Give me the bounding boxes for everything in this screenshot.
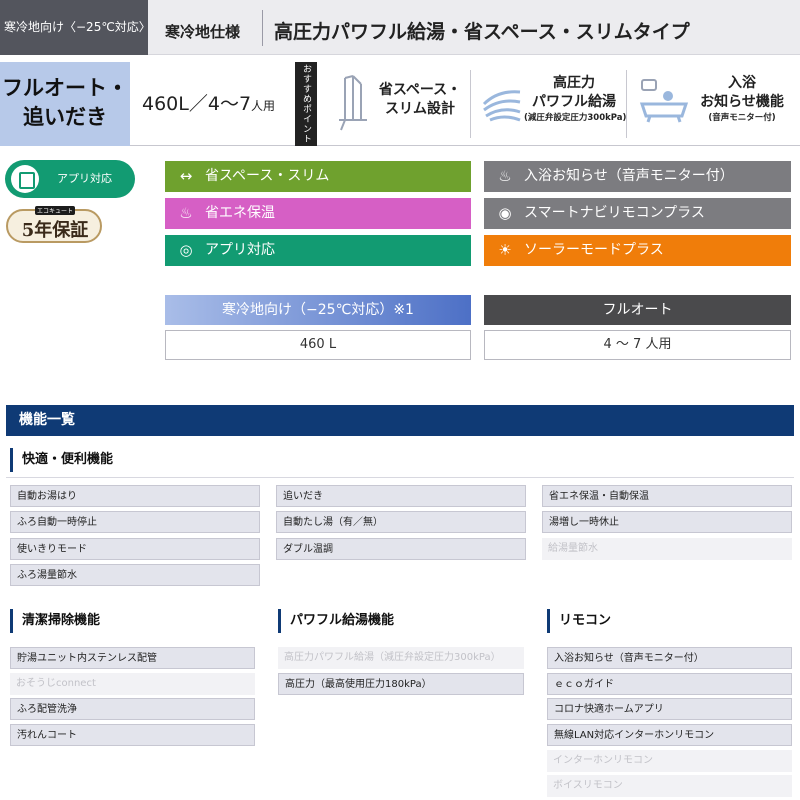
section-clean-title: 清潔掃除機能 <box>10 609 100 633</box>
app-icon <box>11 165 39 193</box>
features-list-title: 機能一覧 <box>6 405 794 436</box>
section-comfort-title: 快適・便利機能 <box>10 448 113 472</box>
feature-pressure-sub: (減圧弁設定圧力300kPa) <box>524 113 627 123</box>
feature-bath-line1: 入浴 <box>728 75 756 91</box>
feature-tag-solar: ☀ ソーラーモードプラス <box>484 235 791 266</box>
feature-pressure: 高圧力 パワフル給湯 (減圧弁設定圧力300kPa) <box>472 62 627 146</box>
spec-header-full-auto: フルオート <box>484 295 791 325</box>
feature-pressure-line2: パワフル給湯 <box>532 94 616 110</box>
feature-item: 湯増し一時休止 <box>542 511 792 533</box>
feature-item-unavailable: ボイスリモコン <box>547 775 792 797</box>
sun-icon: ☀ <box>498 241 512 259</box>
feature-tag-label: 入浴お知らせ（音声モニター付） <box>524 168 734 184</box>
feature-item: ダブル温調 <box>276 538 526 560</box>
feature-item-unavailable: おそうじconnect <box>10 673 255 695</box>
spec-header-cold: 寒冷地向け（−25℃対応）※1 <box>165 295 471 325</box>
feature-divider <box>470 70 471 138</box>
feature-tag-smart-navi: ◉ スマートナビリモコンプラス <box>484 198 791 229</box>
spec-value-capacity: 460 L <box>165 330 471 360</box>
feature-item: 使いきりモード <box>10 538 260 560</box>
feature-slim-line1: 省スペース・ <box>378 82 462 98</box>
feature-tag-slim: ↔ 省スペース・スリム <box>165 161 471 192</box>
feature-item: 汚れんコート <box>10 724 255 746</box>
shower-spray-icon <box>482 90 521 122</box>
feature-item-unavailable: 高圧力パワフル給湯（減圧弁設定圧力300kPa） <box>278 647 524 669</box>
feature-tag-app: ◎ アプリ対応 <box>165 235 471 266</box>
full-auto-label: フルオート・ 追いだき <box>0 62 130 146</box>
capacity-main: 460L／4〜7 <box>142 93 252 115</box>
app-icon: ◎ <box>179 241 193 259</box>
warranty-seal: エコキュート 5年保証 <box>6 206 102 243</box>
top-header: 寒冷地向け〈−25℃対応〉 寒冷地仕様 高圧力パワフル給湯・省スペース・スリムタ… <box>0 0 800 55</box>
section-divider <box>6 477 794 478</box>
feature-item: 無線LAN対応インターホンリモコン <box>547 724 792 746</box>
app-badge-label: アプリ対応 <box>57 172 112 185</box>
feature-item-unavailable: インターホンリモコン <box>547 750 792 772</box>
bathtub-notice-icon <box>639 79 689 123</box>
feature-divider <box>626 70 627 138</box>
svg-text:エコキュート: エコキュート <box>37 208 73 215</box>
feature-pressure-line1: 高圧力 <box>553 75 595 91</box>
recommended-point-label: おすすめポイント <box>295 62 317 146</box>
bath-notice-icon: ♨ <box>498 167 512 185</box>
navi-icon: ◉ <box>498 204 512 222</box>
feature-item: 自動たし湯（有／無） <box>276 511 526 533</box>
slim-unit-icon <box>339 75 367 131</box>
product-type-title: 高圧力パワフル給湯・省スペース・スリムタイプ <box>274 21 690 43</box>
app-support-badge: アプリ対応 <box>5 160 135 198</box>
capacity-unit: 人用 <box>251 99 276 113</box>
feature-item: 高圧力（最高使用圧力180kPa） <box>278 673 524 695</box>
feature-item: コロナ快適ホームアプリ <box>547 698 792 720</box>
cold-region-tag: 寒冷地向け〈−25℃対応〉 <box>0 0 151 55</box>
feature-item: ｅｃｏガイド <box>547 673 792 695</box>
section-remote-title: リモコン <box>547 609 611 633</box>
feature-item: ふろ自動一時停止 <box>10 511 260 533</box>
feature-item: ふろ湯量節水 <box>10 564 260 586</box>
feature-slim: 省スペース・ スリム設計 <box>325 62 468 146</box>
capacity-label: 460L／4〜7人用 <box>130 62 295 146</box>
feature-item: 省エネ保温・自動保温 <box>542 485 792 507</box>
feature-bath-notice: 入浴 お知らせ機能 (音声モニター付) <box>628 62 798 146</box>
feature-bath-line2: お知らせ機能 <box>700 94 784 110</box>
feature-item: 自動お湯はり <box>10 485 260 507</box>
feature-tag-label: ソーラーモードプラス <box>524 242 664 258</box>
full-auto-line1: フルオート・ <box>2 76 128 100</box>
feature-tag-label: 省エネ保温 <box>205 205 275 221</box>
header-divider <box>262 10 263 46</box>
feature-slim-line2: スリム設計 <box>385 101 455 117</box>
svg-text:5年保証: 5年保証 <box>22 219 89 241</box>
spec-value-persons: 4 〜 7 人用 <box>484 330 791 360</box>
feature-bath-sub: (音声モニター付) <box>708 113 776 123</box>
feature-tag-label: スマートナビリモコンプラス <box>524 205 705 221</box>
feature-item: 入浴お知らせ（音声モニター付） <box>547 647 792 669</box>
feature-tag-bath-notice: ♨ 入浴お知らせ（音声モニター付） <box>484 161 791 192</box>
arrows-horizontal-icon: ↔ <box>179 167 193 185</box>
feature-tag-label: 省スペース・スリム <box>205 168 330 184</box>
feature-item-unavailable: 給湯量節水 <box>542 538 792 560</box>
feature-item: 追いだき <box>276 485 526 507</box>
spec-label: 寒冷地仕様 <box>165 23 241 41</box>
feature-item: 貯湯ユニット内ステンレス配管 <box>10 647 255 669</box>
feature-item: ふろ配管洗浄 <box>10 698 255 720</box>
section-power-title: パワフル給湯機能 <box>278 609 394 633</box>
product-summary: フルオート・ 追いだき 460L／4〜7人用 おすすめポイント 省スペース・ ス… <box>0 62 800 146</box>
feature-tag-label: アプリ対応 <box>205 242 275 258</box>
full-auto-line2: 追いだき <box>23 105 107 129</box>
bathtub-heat-icon: ♨ <box>179 204 193 222</box>
feature-tag-eco-warm: ♨ 省エネ保温 <box>165 198 471 229</box>
